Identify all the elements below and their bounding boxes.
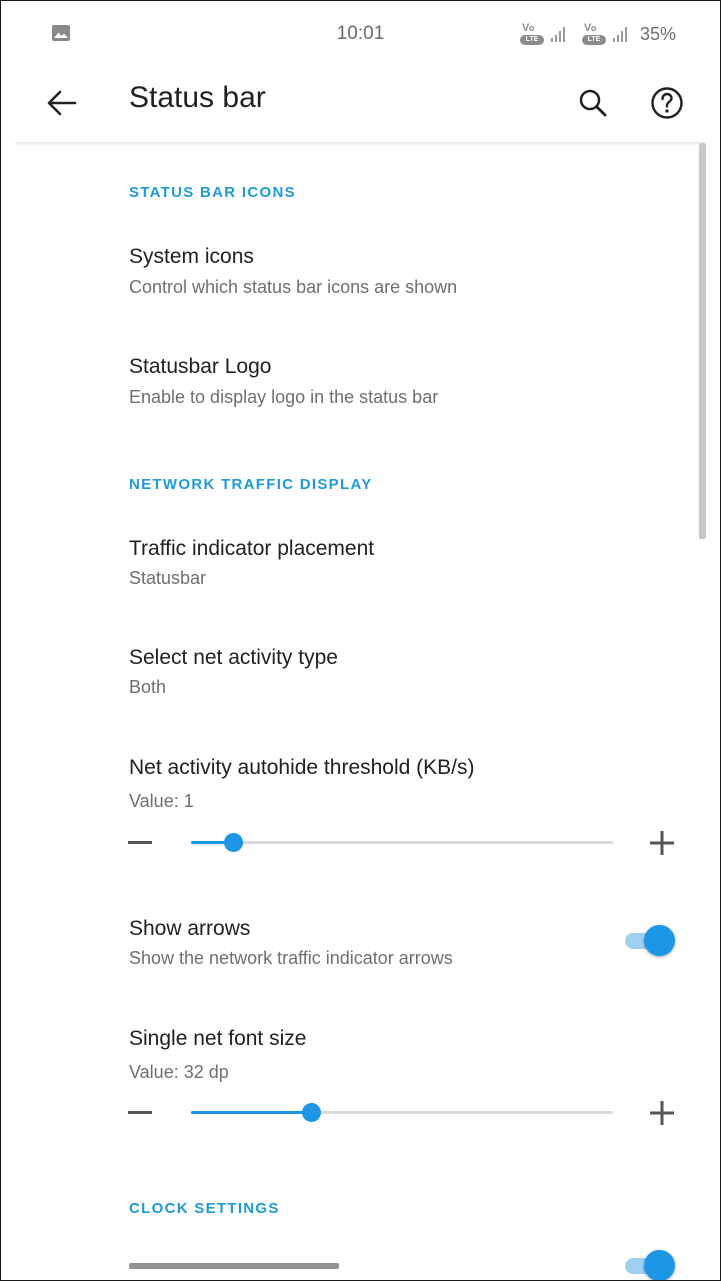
pref-summary: Statusbar — [129, 568, 207, 588]
pref-traffic-indicator-placement[interactable]: Traffic indicator placement Statusbar — [1, 523, 691, 623]
pref-title: Traffic indicator placement — [129, 537, 375, 560]
volte-icon: Vo LTE — [581, 22, 606, 46]
cut-off-row-title — [129, 1263, 339, 1269]
volte-icon: Vo LTE — [519, 22, 544, 46]
search-button[interactable] — [569, 79, 617, 127]
slider-fill — [191, 1111, 312, 1114]
switch-thumb — [644, 1250, 675, 1280]
decrease-autohide-button[interactable] — [127, 830, 153, 856]
pref-summary-autohide-threshold: Value: 1 — [129, 791, 194, 811]
increase-font-size-button[interactable] — [648, 1099, 676, 1127]
pref-statusbar-logo[interactable]: Statusbar Logo Enable to display logo in… — [1, 341, 691, 441]
pref-net-activity-type[interactable]: Select net activity type Both — [1, 633, 691, 733]
pref-title-font-size: Single net font size — [129, 1027, 307, 1050]
pref-summary: Show the network traffic indicator arrow… — [129, 948, 453, 968]
signal-icon — [612, 27, 627, 42]
clock-toggle[interactable] — [625, 1249, 675, 1280]
battery-percentage: 35% — [639, 23, 676, 44]
pref-title: Show arrows — [129, 917, 251, 940]
status-bar: 10:01 Vo LTE Vo LTE 35% — [1, 1, 720, 67]
plus-icon — [650, 1101, 674, 1125]
minus-icon — [128, 1111, 152, 1114]
slider-thumb[interactable] — [302, 1103, 322, 1122]
pref-title: Statusbar Logo — [129, 355, 272, 378]
pref-summary-font-size: Value: 32 dp — [129, 1062, 229, 1082]
search-icon — [579, 89, 607, 117]
pref-system-icons[interactable]: System icons Control which status bar ic… — [1, 231, 691, 331]
app-bar: Status bar — [1, 67, 720, 143]
section-header-clock-settings: CLOCK SETTINGS — [129, 1200, 280, 1217]
back-button[interactable] — [37, 79, 85, 127]
help-icon — [651, 87, 683, 119]
signal-icon — [550, 27, 565, 42]
back-arrow-icon — [47, 90, 77, 116]
minus-icon — [128, 841, 152, 844]
status-indicators: Vo LTE Vo LTE 35% — [519, 21, 676, 47]
pref-title: Select net activity type — [129, 646, 338, 669]
section-header-network-traffic: NETWORK TRAFFIC DISPLAY — [129, 476, 373, 493]
help-button[interactable] — [643, 79, 691, 127]
switch-thumb — [644, 925, 675, 956]
font-size-slider[interactable] — [191, 1103, 613, 1122]
page-title: Status bar — [129, 81, 266, 114]
app-bar-divider — [15, 142, 705, 146]
pref-title: System icons — [129, 245, 254, 268]
section-header-status-bar-icons: STATUS BAR ICONS — [129, 184, 296, 201]
decrease-font-size-button[interactable] — [127, 1100, 153, 1126]
slider-thumb[interactable] — [224, 833, 244, 852]
pref-summary: Enable to display logo in the status bar — [129, 387, 439, 407]
settings-screen: 10:01 Vo LTE Vo LTE 35% Status bar STATU… — [0, 0, 721, 1281]
scrollbar[interactable] — [699, 143, 706, 539]
pref-summary: Control which status bar icons are shown — [129, 277, 458, 297]
plus-icon — [650, 831, 674, 855]
show-arrows-toggle[interactable] — [625, 924, 675, 958]
pref-title-autohide-threshold: Net activity autohide threshold (KB/s) — [129, 756, 475, 779]
pref-clock-partial[interactable] — [1, 1251, 691, 1280]
pref-summary: Both — [129, 677, 167, 697]
pref-show-arrows[interactable]: Show arrows Show the network traffic ind… — [1, 904, 691, 984]
increase-autohide-button[interactable] — [648, 829, 676, 857]
autohide-threshold-slider[interactable] — [191, 833, 613, 852]
